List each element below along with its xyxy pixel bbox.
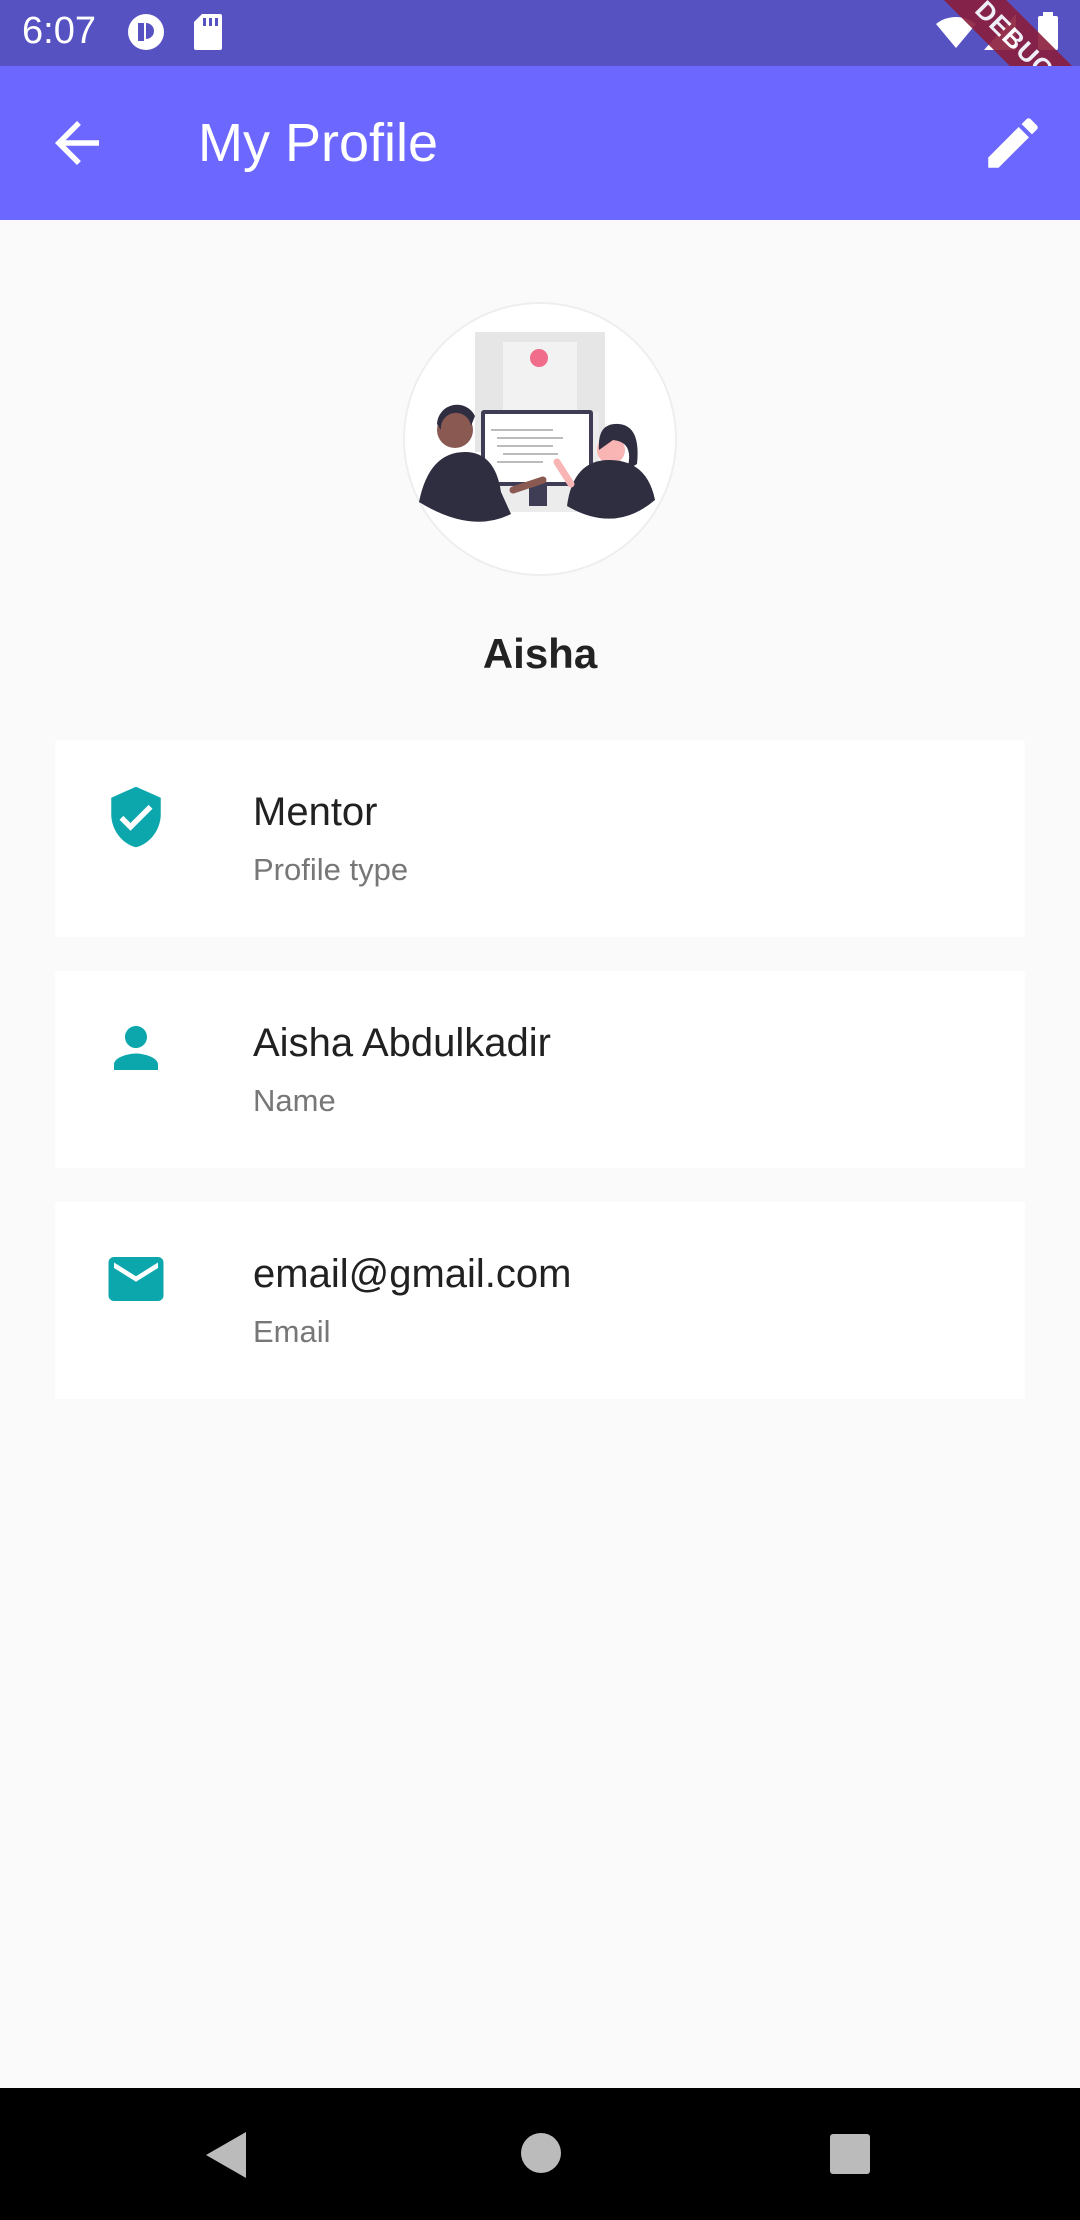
app-notification-icon	[126, 12, 166, 57]
recents-square-icon[interactable]	[829, 2133, 871, 2175]
edit-profile-button[interactable]	[980, 110, 1046, 176]
avatar	[403, 302, 677, 576]
email-value: email@gmail.com	[253, 1252, 572, 1296]
pencil-icon	[988, 118, 1038, 168]
two-people-at-computer-illustration	[419, 332, 655, 522]
email-label: Email	[253, 1314, 331, 1349]
back-triangle-icon[interactable]	[202, 2130, 248, 2180]
profile-name: Aisha	[482, 630, 598, 677]
name-label: Name	[253, 1083, 336, 1118]
email-icon	[108, 1257, 164, 1301]
profile-type-card: Mentor Profile type	[55, 740, 1025, 937]
back-button[interactable]	[44, 110, 110, 176]
status-time: 6:07	[22, 10, 96, 52]
page-title: My Profile	[198, 113, 439, 173]
email-card: email@gmail.com Email	[55, 1202, 1025, 1399]
app-bar: My Profile	[0, 66, 1080, 220]
system-nav-bar	[0, 2088, 1080, 2220]
name-card: Aisha Abdulkadir Name	[55, 971, 1025, 1168]
home-circle-icon[interactable]	[520, 2132, 562, 2174]
person-icon	[114, 1026, 158, 1070]
arrow-back-icon	[55, 121, 99, 165]
profile-type-label: Profile type	[253, 852, 409, 887]
profile-type-value: Mentor	[253, 790, 378, 834]
status-bar: 6:07 DEBUG	[0, 0, 1080, 144]
name-value: Aisha Abdulkadir	[253, 1021, 551, 1065]
sd-card-icon	[192, 12, 224, 57]
verified-shield-icon	[111, 786, 161, 848]
